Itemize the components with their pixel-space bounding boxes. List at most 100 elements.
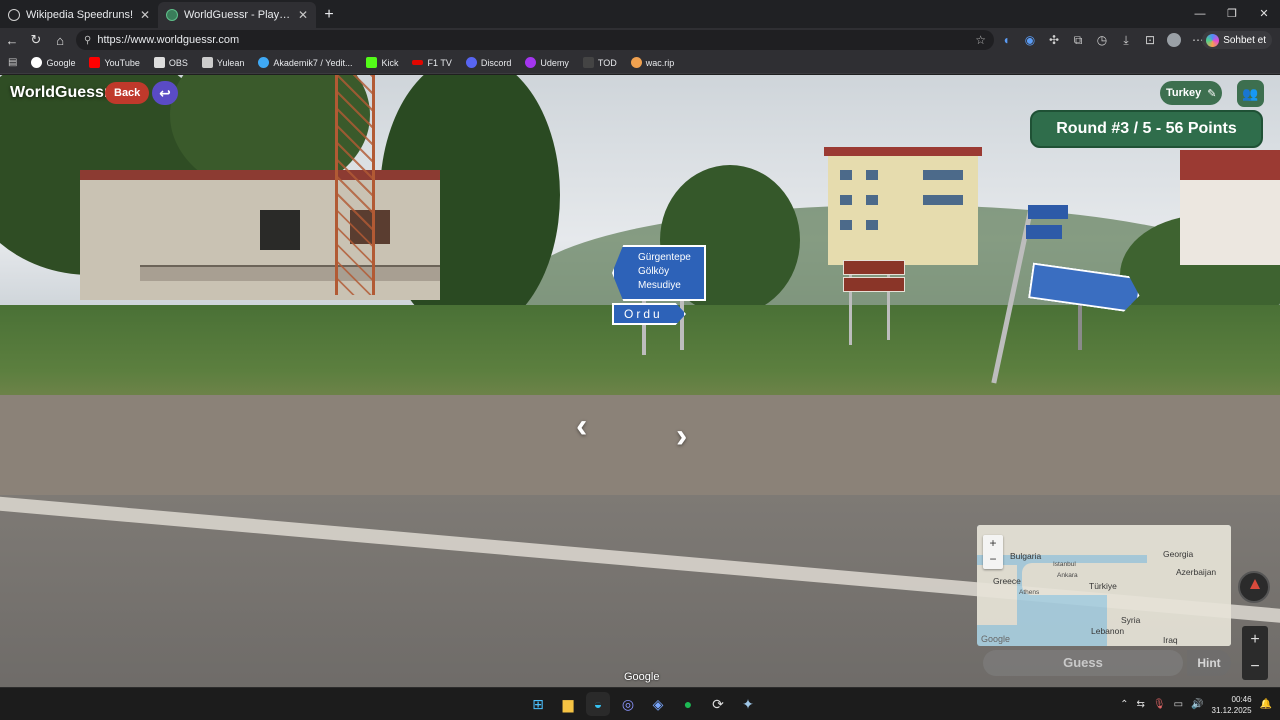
profile-avatar[interactable]	[1167, 33, 1181, 47]
volume-icon[interactable]: 🔊	[1191, 699, 1203, 710]
url-text: https://www.worldguessr.com	[97, 34, 240, 46]
microphone-icon[interactable]: 🎙	[1153, 699, 1166, 710]
bookmark-tod[interactable]: TOD	[582, 57, 617, 68]
kick-icon	[366, 57, 378, 68]
map-google-attribution: Google	[981, 634, 1011, 644]
taskbar-apps: ⊞ ▆ ◒ ◎ ◈ ● ⟳ ✦	[526, 692, 760, 716]
bookmark-obs[interactable]: OBS	[153, 57, 188, 68]
home-icon[interactable]: ⌂	[48, 33, 72, 48]
guess-button[interactable]: Guess	[983, 650, 1183, 676]
restore-icon[interactable]: ❐	[1216, 0, 1248, 28]
transmission-tower	[335, 75, 375, 295]
country-selector[interactable]: Turkey ✎	[1160, 81, 1223, 105]
extensions-icon[interactable]: ✣	[1042, 33, 1066, 47]
app-icon[interactable]: ◈	[646, 692, 670, 716]
return-to-start-button[interactable]: ↩	[152, 81, 178, 105]
pencil-icon: ✎	[1207, 87, 1217, 100]
tab-worldguessr[interactable]: WorldGuessr - Play Geoguessr fo ✕	[158, 2, 316, 28]
tab-title: WorldGuessr - Play Geoguessr fo	[184, 9, 292, 21]
zoom-in-icon[interactable]: +	[983, 535, 1003, 551]
bookmark-label: Kick	[381, 57, 399, 68]
sign-text: Ordu	[624, 307, 663, 321]
bookmark-wac[interactable]: wac.rip	[630, 57, 674, 68]
brown-tourist-sign	[843, 277, 905, 292]
minimize-icon[interactable]: —	[1184, 0, 1216, 28]
window	[923, 195, 963, 205]
extension-icon[interactable]: ◉	[1018, 33, 1042, 47]
bookmark-label: Akademik7 / Yedit...	[273, 57, 353, 68]
windows-start-icon[interactable]: ⊞	[526, 692, 550, 716]
tab-title: Wikipedia Speedruns!	[26, 9, 134, 21]
screenshot-icon[interactable]: ⊡	[1138, 33, 1162, 47]
map-label: Türkiye	[1089, 581, 1117, 591]
refresh-icon[interactable]: ↻	[24, 32, 48, 48]
spotify-icon[interactable]: ●	[676, 692, 700, 716]
copilot-chat-button[interactable]: Sohbet et	[1202, 31, 1272, 49]
f1tv-icon	[412, 60, 424, 65]
close-tab-icon[interactable]: ✕	[298, 8, 308, 22]
zoom-out-icon[interactable]: −	[983, 551, 1003, 567]
bookmark-label: F1 TV	[427, 57, 452, 68]
direction-sign-ordu: Ordu	[612, 303, 686, 325]
move-right-arrow-icon[interactable]: ›	[676, 417, 687, 456]
move-left-arrow-icon[interactable]: ‹	[576, 407, 587, 446]
collections-icon[interactable]: ⧉	[1066, 33, 1090, 48]
bookmark-google[interactable]: Google	[31, 57, 75, 68]
tab-wikipedia-speedruns[interactable]: Wikipedia Speedruns! ✕	[0, 2, 158, 28]
app-icon[interactable]: ⟳	[706, 692, 730, 716]
reading-list-icon[interactable]: ▤	[8, 57, 17, 68]
sign-pole	[1078, 305, 1082, 350]
bookmark-kick[interactable]: Kick	[366, 57, 398, 68]
file-explorer-icon[interactable]: ▆	[556, 692, 580, 716]
zoom-in-icon[interactable]: +	[1242, 626, 1268, 653]
bookmark-f1tv[interactable]: F1 TV	[412, 57, 452, 68]
guess-minimap[interactable]: Bulgaria Georgia Azerbaijan Istanbul Ank…	[977, 525, 1231, 646]
bookmark-discord[interactable]: Discord	[465, 57, 512, 68]
street-view-panorama[interactable]: Gürgentepe Gölköy Mesudiye Ordu ‹ › Worl…	[0, 75, 1280, 687]
globe-icon	[8, 9, 20, 21]
bookmark-yulean[interactable]: Yulean	[201, 57, 244, 68]
map-label: Athens	[1019, 589, 1040, 596]
wac-icon	[630, 57, 642, 68]
network-icon[interactable]: ▭	[1174, 699, 1183, 710]
close-tab-icon[interactable]: ✕	[140, 8, 150, 22]
favorite-star-icon[interactable]: ☆	[975, 33, 986, 47]
address-bar[interactable]: ⚲ https://www.worldguessr.com ☆	[76, 30, 994, 50]
read-aloud-icon[interactable]: ◖	[994, 33, 1018, 47]
google-watermark: Google	[624, 671, 660, 683]
clock[interactable]: 00:46 31.12.2025	[1212, 694, 1252, 716]
akademik7-icon	[258, 57, 270, 68]
site-info-icon[interactable]: ⚲	[84, 35, 91, 46]
youtube-icon	[89, 57, 101, 68]
copilot-icon	[1206, 33, 1220, 47]
zoom-out-icon[interactable]: −	[1242, 653, 1268, 680]
balcony	[140, 265, 440, 281]
direction-sign-left: Gürgentepe Gölköy Mesudiye	[612, 245, 706, 301]
steam-icon[interactable]: ✦	[736, 692, 760, 716]
discord-icon[interactable]: ◎	[616, 692, 640, 716]
small-blue-sign	[1026, 225, 1062, 239]
edge-browser-icon[interactable]: ◒	[586, 692, 610, 716]
downloads-icon[interactable]: ⤓	[1114, 33, 1138, 48]
bookmark-label: Discord	[480, 57, 512, 68]
history-icon[interactable]: ◷	[1090, 33, 1114, 47]
compass-icon[interactable]	[1238, 571, 1270, 603]
address-toolbar: ← ↻ ⌂ ⚲ https://www.worldguessr.com ☆ ◖ …	[0, 28, 1280, 52]
close-window-icon[interactable]: ✕	[1248, 0, 1280, 28]
bookmark-youtube[interactable]: YouTube	[89, 57, 140, 68]
chevron-up-icon[interactable]: ⌃	[1120, 699, 1128, 710]
extensions-area: ◖ ◉ ✣ ⧉ ◷ ⤓ ⊡ ⋯	[994, 28, 1210, 52]
bookmark-udemy[interactable]: Udemy	[525, 57, 569, 68]
sync-icon[interactable]: ⇆	[1137, 699, 1145, 710]
back-arrow-icon[interactable]: ←	[0, 33, 24, 48]
bookmark-label: TOD	[597, 57, 617, 68]
multiplayer-button[interactable]: 👥	[1237, 80, 1264, 107]
sign-line: Mesudiye	[638, 280, 681, 291]
new-tab-button[interactable]: +	[316, 2, 342, 28]
round-indicator: Round #3 / 5 - 56 Points	[1030, 110, 1263, 148]
windows-taskbar: ⊞ ▆ ◒ ◎ ◈ ● ⟳ ✦ ⌃ ⇆ 🎙 ▭ 🔊 00:46 31.12.20…	[0, 687, 1280, 720]
bookmark-akademik7[interactable]: Akademik7 / Yedit...	[258, 57, 352, 68]
hint-button[interactable]: Hint	[1187, 650, 1231, 676]
back-button[interactable]: Back	[105, 82, 150, 104]
notification-icon[interactable]: 🔔	[1260, 699, 1272, 710]
